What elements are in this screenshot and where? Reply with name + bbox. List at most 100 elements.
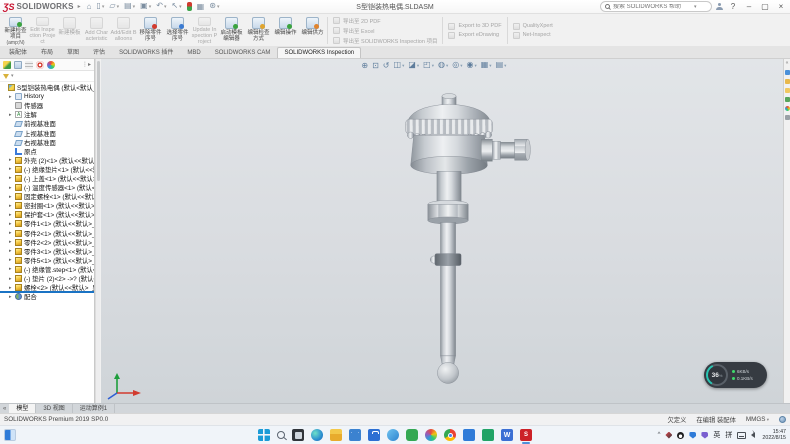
export-button[interactable]: 导出至 2D PDF xyxy=(333,17,437,25)
search-input[interactable] xyxy=(613,4,691,10)
hidden-icons-chevron[interactable]: ^ xyxy=(658,431,661,439)
tree-item[interactable]: ▸ 密封圈<1> (默认<<默认>_显示状 xyxy=(0,201,94,210)
select-icon[interactable]: ↖ xyxy=(171,1,181,12)
wps-writer-icon[interactable]: W xyxy=(501,429,513,441)
propertymanager-tab-icon[interactable] xyxy=(14,61,22,69)
store-icon[interactable] xyxy=(368,429,380,441)
ribbon-button[interactable]: 启动模板编辑器 xyxy=(218,15,245,46)
wps-icon[interactable] xyxy=(482,429,494,441)
export-button[interactable]: Net-Inspect xyxy=(513,32,553,39)
custom-properties-icon[interactable] xyxy=(785,115,790,120)
edit-appearance-icon[interactable]: ◉ xyxy=(466,60,476,71)
weather-app-icon[interactable] xyxy=(387,429,399,441)
tree-item[interactable]: ▸ 零件2<1> (默认<<默认>_显示状态 xyxy=(0,229,94,238)
tree-item[interactable]: ▸ (-) 温度传感器<1> (默认<<默认>_ xyxy=(0,183,94,192)
document-tab[interactable]: 模型 xyxy=(9,404,36,413)
ribbon-tab[interactable]: 草图 xyxy=(60,44,86,58)
solidworks-resources-icon[interactable] xyxy=(785,70,790,75)
ribbon-button[interactable]: 选择零件序号 xyxy=(164,15,191,46)
green-app-icon[interactable] xyxy=(406,429,418,441)
section-view-icon[interactable]: ◫ xyxy=(394,60,405,71)
widgets-button[interactable] xyxy=(4,429,16,441)
export-button[interactable]: Export eDrawing xyxy=(448,32,501,39)
login-icon[interactable] xyxy=(716,3,723,10)
help-button[interactable]: ? xyxy=(727,1,739,13)
displaymanager-tab-icon[interactable] xyxy=(47,61,55,69)
panel-tab-overflow-icon[interactable]: ⋮▸ xyxy=(82,61,91,68)
graphics-area[interactable]: ⊕ ⊡ ↺ ◫ ◪ ◰ ◍ ◎ ◉ ▦ ▤ xyxy=(101,59,790,403)
zoom-indicator-pill[interactable]: 36% 6KB/s 0.1KB/s xyxy=(704,362,767,388)
view-orientation-icon[interactable]: ◰ xyxy=(423,60,434,71)
ribbon-tab[interactable]: SOLIDWORKS Inspection xyxy=(277,47,361,58)
mail-icon[interactable] xyxy=(349,429,361,441)
tab-scroll-arrows[interactable]: « xyxy=(0,404,9,413)
search-dropdown-icon[interactable]: ▾ xyxy=(694,4,697,10)
tree-item[interactable]: ▸ 零件5<1> (默认<<默认>_显示状态 xyxy=(0,256,94,265)
view-palette-icon[interactable] xyxy=(785,97,790,102)
export-button[interactable]: Export to 3D PDF xyxy=(448,23,501,30)
performance-traffic-light-icon[interactable] xyxy=(187,2,192,11)
ribbon-button[interactable]: 编辑操作 xyxy=(272,15,299,46)
ribbon-tab[interactable]: SOLIDWORKS 插件 xyxy=(112,44,180,58)
tray-app-red-icon[interactable] xyxy=(665,432,672,439)
tree-item[interactable]: 前视基准面 xyxy=(0,119,94,128)
tree-filter-bar[interactable]: ▾ xyxy=(0,71,94,82)
tree-item[interactable]: 原点 xyxy=(0,147,94,156)
zoom-to-area-icon[interactable]: ⊡ xyxy=(372,61,379,71)
appearances-icon[interactable] xyxy=(785,106,790,111)
file-explorer-icon[interactable] xyxy=(330,429,342,441)
ribbon-button[interactable]: 编辑供方 xyxy=(299,15,326,46)
search-button[interactable] xyxy=(277,431,285,439)
zoom-to-fit-icon[interactable]: ⊕ xyxy=(361,61,368,71)
ime-mode-indicator[interactable]: 拼 xyxy=(725,430,732,440)
display-style-icon[interactable]: ◍ xyxy=(438,60,448,71)
open-file-icon[interactable]: ▱ xyxy=(109,1,119,12)
document-tab[interactable]: 3D 视图 xyxy=(36,404,72,413)
view-settings-icon[interactable]: ▤ xyxy=(496,60,507,71)
tree-item[interactable]: ▸ (-) 绝缘垫片<1> (默认<<默认>_显 xyxy=(0,165,94,174)
ribbon-button[interactable]: 编辑检查方式 xyxy=(245,15,272,46)
edge-icon[interactable] xyxy=(311,429,323,441)
chrome-icon[interactable] xyxy=(444,429,456,441)
ribbon-tab[interactable]: MBD xyxy=(180,47,207,58)
apply-scene-icon[interactable]: ▦ xyxy=(481,60,492,71)
save-icon[interactable]: ▤ xyxy=(124,1,135,12)
ribbon-button[interactable]: 新建检查项目 (amp;N) xyxy=(2,15,29,46)
blue-app-icon[interactable] xyxy=(463,429,475,441)
security-shield-icon[interactable] xyxy=(689,432,696,439)
export-button[interactable]: QualityXpert xyxy=(513,23,553,30)
tree-item[interactable]: 右视基准面 xyxy=(0,138,94,147)
dimxpertmanager-tab-icon[interactable] xyxy=(36,61,44,69)
dynamic-annotation-icon[interactable]: ◪ xyxy=(408,60,419,71)
media-app-icon[interactable] xyxy=(425,429,437,441)
ribbon-tab[interactable]: SOLIDWORKS CAM xyxy=(208,47,278,58)
tree-item[interactable]: ▸ 零件2<2> (默认<<默认>_显示状态 xyxy=(0,238,94,247)
minimize-button[interactable]: – xyxy=(743,1,755,13)
help-search-box[interactable]: ▾ xyxy=(600,1,712,12)
view-settings-icon[interactable]: ▦ xyxy=(197,2,205,12)
thermocouple-3d-model[interactable] xyxy=(101,59,790,403)
document-tab[interactable]: 运动算例1 xyxy=(73,404,115,413)
ribbon-button[interactable]: 移除零件序号 xyxy=(137,15,164,46)
tree-item[interactable]: ▸ (-) 上盖<1> (默认<<默认>_显示状 xyxy=(0,174,94,183)
tree-item[interactable]: 上视基准面 xyxy=(0,128,94,137)
tree-scrollbar[interactable] xyxy=(95,59,100,403)
file-explorer-icon[interactable] xyxy=(785,88,790,93)
tree-item[interactable]: ▸ (-) 绝缘管.step<1> (默认<<默认> xyxy=(0,265,94,274)
volume-icon[interactable] xyxy=(751,432,755,438)
ribbon-button[interactable]: Add/Edit Balloons xyxy=(110,15,137,46)
solidworks-app-icon[interactable]: S xyxy=(520,429,532,441)
menu-flyout-arrow[interactable]: ▸ xyxy=(78,3,81,10)
task-pane-expand-icon[interactable]: « xyxy=(786,61,789,66)
tree-item[interactable]: ▸ 外壳 (2)<1> (默认<<默认>_显示状 xyxy=(0,156,94,165)
start-button[interactable] xyxy=(258,429,270,441)
tree-item[interactable]: S型铠装热电偶 (默认<默认_显示状态-1 xyxy=(0,83,94,92)
status-globe-icon[interactable] xyxy=(779,416,786,423)
tree-item[interactable]: ▸ (-) 垫片 (2)<2> ->? (默认<<默认> xyxy=(0,274,94,283)
task-view-button[interactable] xyxy=(292,429,304,441)
ribbon-button[interactable]: Update Inspection Project xyxy=(191,15,218,46)
export-button[interactable]: 导出至 Excel xyxy=(333,27,437,35)
previous-view-icon[interactable]: ↺ xyxy=(383,61,390,71)
tree-item[interactable]: ▸ 保护套<1> (默认<<默认>_显示状 xyxy=(0,210,94,219)
hide-show-items-icon[interactable]: ◎ xyxy=(452,60,462,71)
